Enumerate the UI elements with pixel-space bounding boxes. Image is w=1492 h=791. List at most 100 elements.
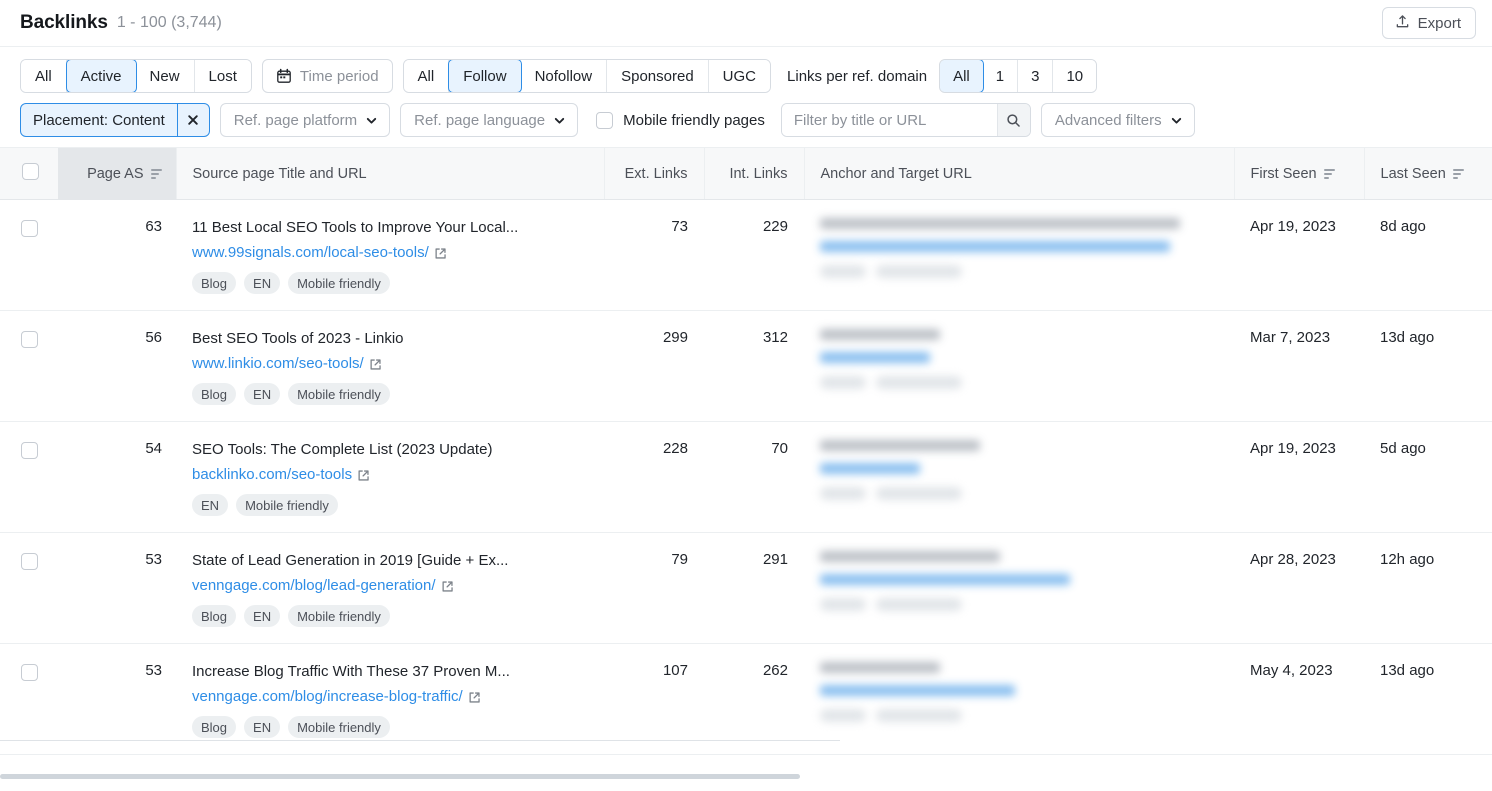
follow-option-all[interactable]: All bbox=[403, 60, 450, 92]
search-input[interactable] bbox=[781, 104, 997, 136]
mobile-friendly-checkbox[interactable]: Mobile friendly pages bbox=[596, 111, 765, 129]
table-body: 63 11 Best Local SEO Tools to Improve You… bbox=[0, 200, 1492, 755]
header-anchor: Anchor and Target URL bbox=[804, 147, 1235, 200]
row-checkbox[interactable] bbox=[20, 664, 38, 681]
sort-icon[interactable] bbox=[150, 168, 162, 179]
table-row[interactable]: 56 Best SEO Tools of 2023 - Linkio www.lin… bbox=[0, 311, 1492, 422]
follow-option-follow[interactable]: Follow bbox=[448, 60, 522, 92]
source-url-link[interactable]: venngage.com/blog/lead-generation/ bbox=[192, 576, 454, 596]
cell-anchor-target bbox=[804, 644, 1234, 755]
external-link-icon bbox=[441, 580, 454, 593]
badge: Mobile friendly bbox=[236, 494, 338, 516]
cell-source: SEO Tools: The Complete List (2023 Updat… bbox=[176, 422, 604, 533]
source-url-text: venngage.com/blog/increase-blog-traffic/ bbox=[192, 688, 463, 705]
table-row[interactable]: 53 State of Lead Generation in 2019 [Guid… bbox=[0, 533, 1492, 644]
backlinks-table-scroll: Page AS Source page Title and URL Ext. L… bbox=[0, 147, 1492, 755]
status-option-all[interactable]: All bbox=[21, 60, 67, 92]
badge: Mobile friendly bbox=[288, 272, 390, 294]
row-checkbox[interactable] bbox=[20, 442, 38, 459]
source-url-link[interactable]: venngage.com/blog/increase-blog-traffic/ bbox=[192, 687, 481, 707]
ref-page-language-dropdown[interactable]: Ref. page language bbox=[400, 103, 579, 137]
source-title: Best SEO Tools of 2023 - Linkio bbox=[192, 330, 404, 347]
horizontal-scrollbar[interactable] bbox=[0, 774, 1492, 781]
source-badges: Blog EN Mobile friendly bbox=[192, 272, 588, 294]
header-first-seen-label: First Seen bbox=[1250, 165, 1317, 182]
table-row[interactable]: 54 SEO Tools: The Complete List (2023 Upd… bbox=[0, 422, 1492, 533]
header-page-as[interactable]: Page AS bbox=[58, 147, 177, 200]
link-status-segmented-control[interactable]: All Active New Lost bbox=[20, 59, 252, 93]
cell-last-seen: 13d ago bbox=[1380, 662, 1435, 679]
row-select-cell bbox=[0, 200, 58, 311]
anchor-obscured-content bbox=[820, 662, 1218, 722]
cell-source: Best SEO Tools of 2023 - Linkio www.linki… bbox=[176, 311, 604, 422]
status-option-new[interactable]: New bbox=[135, 60, 195, 92]
scrollbar-thumb[interactable] bbox=[0, 774, 800, 779]
source-badges: Blog EN Mobile friendly bbox=[192, 716, 588, 738]
search-icon[interactable] bbox=[996, 104, 1030, 136]
cell-page-as: 53 bbox=[145, 662, 162, 679]
upload-icon bbox=[1395, 14, 1410, 33]
row-select-cell bbox=[0, 422, 58, 533]
cell-anchor-target bbox=[804, 200, 1234, 311]
header-int-links: Int. Links bbox=[704, 147, 805, 200]
links-per-domain-option-all[interactable]: All bbox=[940, 60, 984, 92]
follow-option-ugc[interactable]: UGC bbox=[708, 60, 771, 92]
cell-first-seen: Mar 7, 2023 bbox=[1250, 329, 1331, 346]
source-badges: Blog EN Mobile friendly bbox=[192, 383, 588, 405]
links-per-domain-option-1[interactable]: 1 bbox=[982, 60, 1019, 92]
export-label: Export bbox=[1417, 14, 1461, 32]
follow-option-sponsored[interactable]: Sponsored bbox=[607, 60, 709, 92]
cell-int-links: 312 bbox=[762, 329, 788, 346]
cell-anchor-target bbox=[804, 311, 1234, 422]
sort-icon[interactable] bbox=[1323, 168, 1335, 179]
placement-filter-tag[interactable]: Placement: Content bbox=[20, 103, 210, 137]
source-url-link[interactable]: www.linkio.com/seo-tools/ bbox=[192, 354, 382, 374]
chevron-down-icon bbox=[553, 114, 566, 127]
links-per-ref-domain-label: Links per ref. domain bbox=[787, 67, 928, 85]
table-row[interactable]: 63 11 Best Local SEO Tools to Improve You… bbox=[0, 200, 1492, 311]
status-option-active[interactable]: Active bbox=[65, 60, 137, 92]
sort-icon[interactable] bbox=[1452, 168, 1464, 179]
header-first-seen[interactable]: First Seen bbox=[1234, 147, 1365, 200]
source-url-text: backlinko.com/seo-tools bbox=[192, 466, 353, 483]
export-button[interactable]: Export bbox=[1381, 7, 1476, 39]
header-last-seen[interactable]: Last Seen bbox=[1364, 147, 1492, 200]
follow-type-segmented-control[interactable]: All Follow Nofollow Sponsored UGC bbox=[402, 59, 772, 93]
source-url-link[interactable]: backlinko.com/seo-tools bbox=[192, 465, 370, 485]
checkbox-box[interactable] bbox=[596, 111, 614, 129]
row-checkbox[interactable] bbox=[20, 553, 38, 570]
filter-search-group[interactable] bbox=[780, 103, 1031, 137]
time-period-filter[interactable]: Time period bbox=[261, 59, 393, 93]
select-all-checkbox[interactable] bbox=[22, 163, 39, 180]
header-anchor-label: Anchor and Target URL bbox=[820, 165, 972, 182]
badge: Blog bbox=[192, 272, 237, 294]
row-select-cell bbox=[0, 311, 58, 422]
table-header-row: Page AS Source page Title and URL Ext. L… bbox=[0, 147, 1492, 200]
cell-first-seen: Apr 19, 2023 bbox=[1250, 218, 1336, 235]
page-title: Backlinks bbox=[20, 12, 108, 33]
source-url-link[interactable]: www.99signals.com/local-seo-tools/ bbox=[192, 243, 447, 263]
external-link-icon bbox=[357, 469, 370, 482]
header-ext-links: Ext. Links bbox=[604, 147, 705, 200]
ref-page-platform-dropdown[interactable]: Ref. page platform bbox=[219, 103, 391, 137]
cell-ext-links: 79 bbox=[671, 551, 688, 568]
links-per-ref-domain-segmented-control[interactable]: All 1 3 10 bbox=[939, 59, 1098, 93]
anchor-obscured-content bbox=[820, 329, 1218, 389]
row-checkbox[interactable] bbox=[20, 220, 38, 237]
calendar-icon bbox=[276, 68, 292, 84]
chevron-down-icon bbox=[1170, 114, 1183, 127]
status-option-lost[interactable]: Lost bbox=[194, 60, 251, 92]
close-icon[interactable] bbox=[176, 104, 209, 136]
links-per-domain-option-10[interactable]: 10 bbox=[1053, 60, 1097, 92]
links-per-domain-option-3[interactable]: 3 bbox=[1018, 60, 1054, 92]
mobile-friendly-label: Mobile friendly pages bbox=[623, 111, 765, 129]
external-link-icon bbox=[468, 691, 481, 704]
cell-ext-links: 107 bbox=[662, 662, 688, 679]
cell-ext-links: 299 bbox=[662, 329, 688, 346]
row-checkbox[interactable] bbox=[20, 331, 38, 348]
advanced-filters-dropdown[interactable]: Advanced filters bbox=[1040, 103, 1195, 137]
follow-option-nofollow[interactable]: Nofollow bbox=[520, 60, 608, 92]
cell-int-links: 291 bbox=[762, 551, 788, 568]
table-row[interactable]: 53 Increase Blog Traffic With These 37 Pr… bbox=[0, 644, 1492, 755]
ref-page-language-label: Ref. page language bbox=[414, 111, 546, 129]
